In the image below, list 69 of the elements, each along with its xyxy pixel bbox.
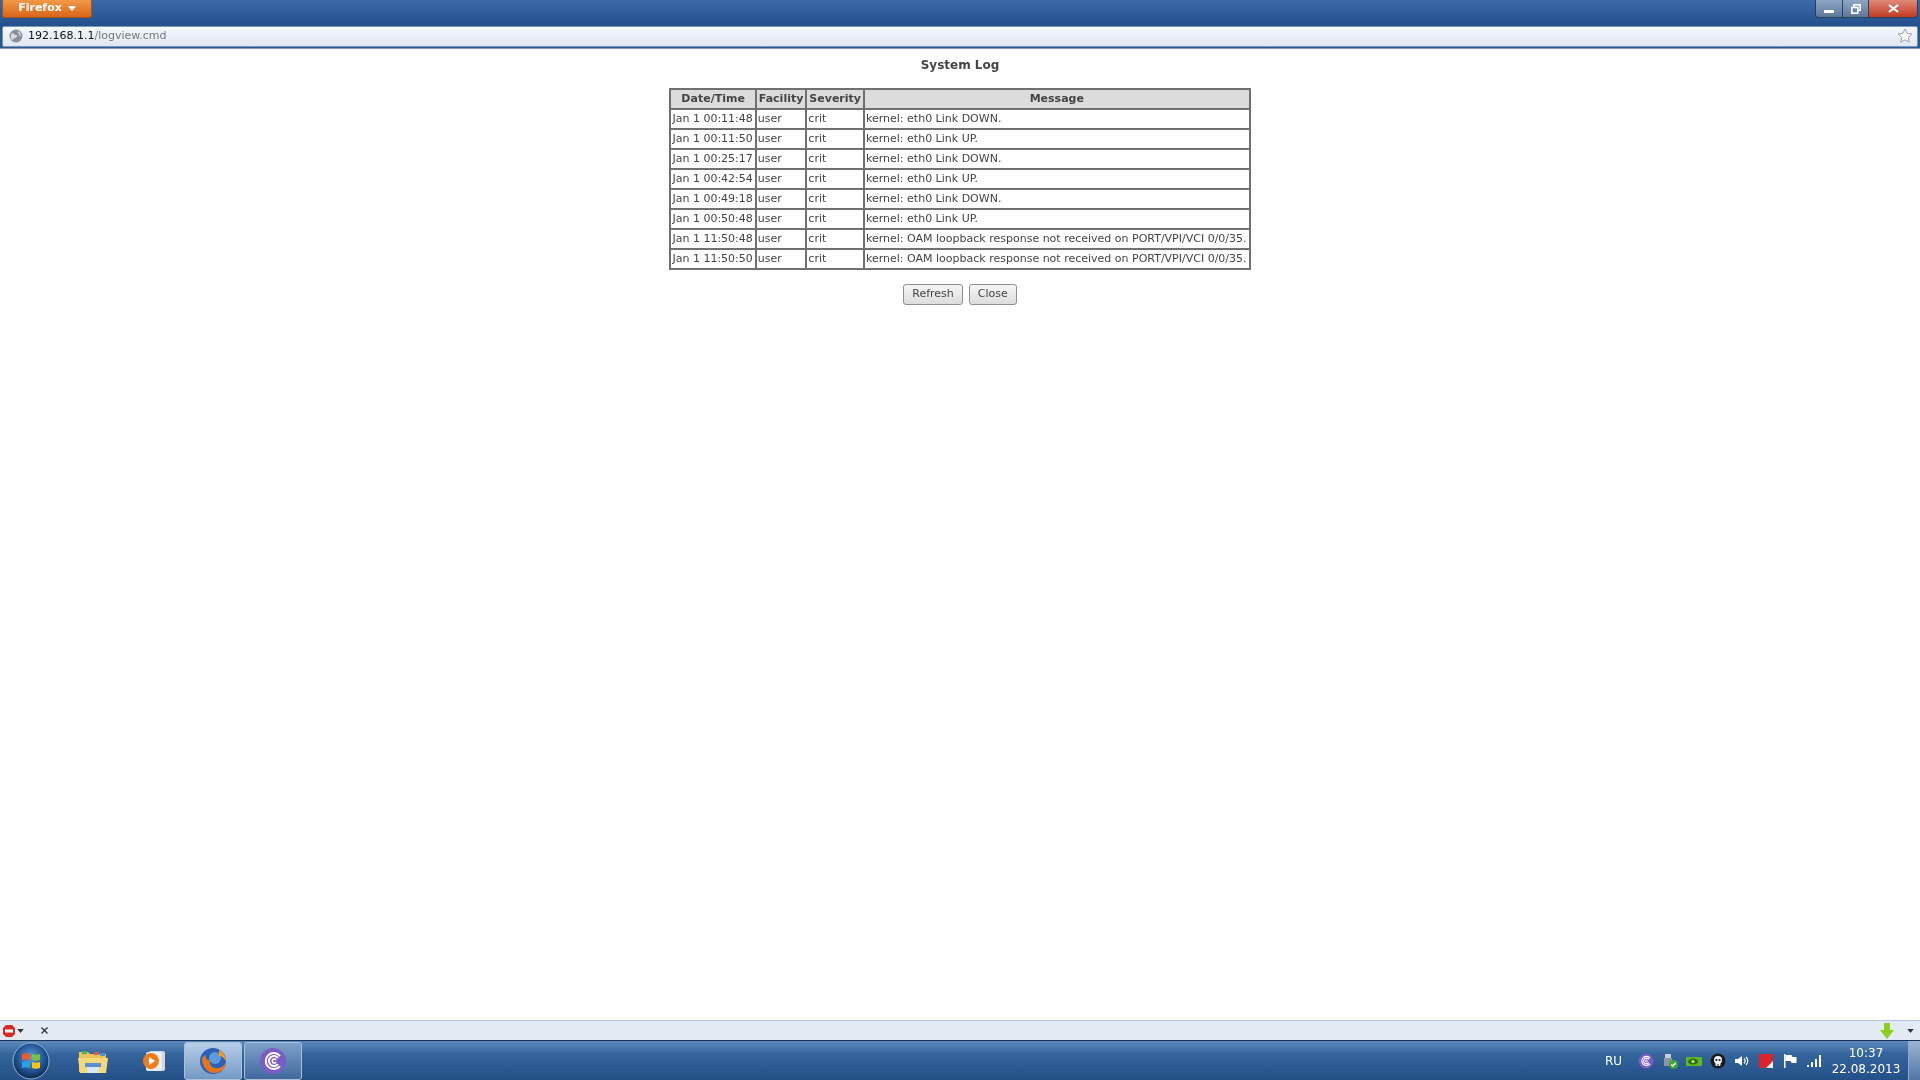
caret-icon — [67, 6, 76, 11]
window-close-button[interactable] — [1869, 0, 1917, 17]
table-cell: Jan 1 00:11:48 — [670, 109, 756, 129]
restore-button[interactable] — [1843, 0, 1869, 17]
table-cell: Jan 1 00:25:17 — [670, 149, 756, 169]
close-button[interactable]: Close — [968, 284, 1017, 305]
star-icon[interactable] — [1897, 28, 1913, 44]
table-cell: crit — [806, 189, 864, 209]
table-cell: user — [755, 249, 807, 269]
close-icon[interactable] — [41, 1027, 48, 1034]
start-orb-icon[interactable] — [12, 1041, 50, 1080]
table-cell: user — [755, 229, 807, 249]
column-header: Message — [864, 89, 1250, 109]
usb-check-icon[interactable] — [1662, 1052, 1678, 1069]
address-text: 192.168.1.1/logview.cmd — [28, 27, 167, 44]
table-cell: user — [755, 169, 807, 189]
taskbar-button[interactable] — [244, 1041, 302, 1080]
globe-icon — [9, 29, 23, 43]
table-cell: kernel: eth0 Link DOWN. — [864, 149, 1250, 169]
table-cell: kernel: eth0 Link UP. — [864, 169, 1250, 189]
table-cell: kernel: OAM loopback response not received on PORT/VPI/VCI 0/0/35. — [864, 229, 1250, 249]
address-field[interactable]: 192.168.1.1/logview.cmd — [2, 25, 1918, 47]
tile-logo-icon[interactable] — [1758, 1052, 1774, 1069]
clock-date: 22.08.2013 — [1831, 1060, 1901, 1077]
table-cell: Jan 1 00:42:54 — [670, 169, 756, 189]
table-cell: Jan 1 00:11:50 — [670, 129, 756, 149]
table-cell: Jan 1 00:49:18 — [670, 189, 756, 209]
restore-icon — [1850, 3, 1861, 14]
table-cell: crit — [806, 229, 864, 249]
language-indicator[interactable]: RU — [1604, 1051, 1622, 1070]
table-cell: user — [755, 129, 807, 149]
column-header: Facility — [755, 89, 807, 109]
table-cell: user — [755, 189, 807, 209]
signal-bars-icon[interactable] — [1806, 1052, 1822, 1069]
table-cell: Jan 1 00:50:48 — [670, 209, 756, 229]
table-cell: Jan 1 11:50:48 — [670, 229, 756, 249]
table-cell: user — [755, 109, 807, 129]
table-cell: kernel: eth0 Link UP. — [864, 209, 1250, 229]
table-cell: user — [755, 149, 807, 169]
table-cell: kernel: eth0 Link DOWN. — [864, 109, 1250, 129]
stop-sign-icon[interactable] — [2, 1023, 16, 1038]
table-cell: crit — [806, 149, 864, 169]
table-cell: crit — [806, 109, 864, 129]
refresh-button[interactable]: Refresh — [903, 284, 963, 305]
table-cell: crit — [806, 249, 864, 269]
caret-icon — [17, 1028, 24, 1033]
minimize-icon — [1824, 10, 1834, 13]
globe-logo-icon — [199, 1046, 227, 1075]
column-header: Date/Time — [670, 89, 756, 109]
skull-icon[interactable] — [1710, 1052, 1726, 1069]
arc-logo-icon[interactable] — [1638, 1052, 1654, 1069]
taskbar-button[interactable] — [184, 1041, 242, 1080]
table-cell: crit — [806, 209, 864, 229]
column-header: Severity — [806, 89, 864, 109]
arc-logo-icon — [259, 1046, 287, 1075]
clock-time: 10:37 — [1848, 1044, 1884, 1061]
page-title: System Log — [920, 57, 1000, 73]
table-cell: crit — [806, 129, 864, 149]
minimize-button[interactable] — [1816, 0, 1843, 17]
table-cell: user — [755, 209, 807, 229]
table-cell: Jan 1 11:50:50 — [670, 249, 756, 269]
caret-icon — [1907, 1028, 1914, 1033]
show-desktop-button[interactable] — [1908, 1040, 1920, 1080]
table-cell: kernel: OAM loopback response not received on PORT/VPI/VCI 0/0/35. — [864, 249, 1250, 269]
flag-icon[interactable] — [1782, 1052, 1798, 1069]
table-cell: crit — [806, 169, 864, 189]
table-cell: kernel: eth0 Link UP. — [864, 129, 1250, 149]
close-icon — [1887, 4, 1899, 13]
table-cell: kernel: eth0 Link DOWN. — [864, 189, 1250, 209]
